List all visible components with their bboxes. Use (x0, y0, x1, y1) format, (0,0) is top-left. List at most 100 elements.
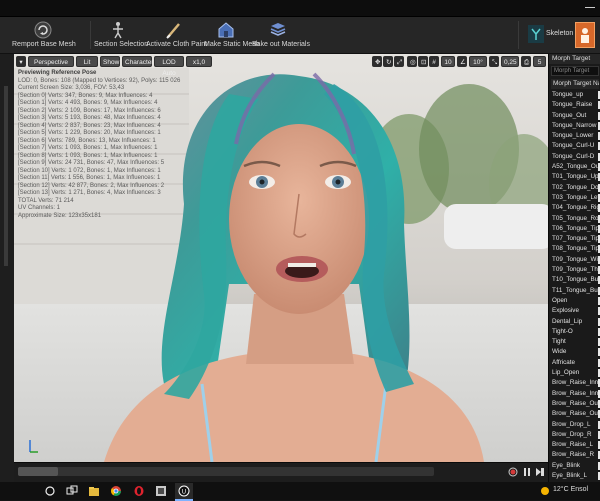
section-selection-button[interactable]: Section Selection (94, 17, 149, 53)
morph-target-row[interactable]: Tongue_Narrow (551, 121, 600, 131)
morph-column-header[interactable]: Morph Target Na (551, 79, 599, 89)
morph-target-row[interactable]: Tongue_Out (551, 111, 600, 121)
morph-target-row[interactable]: Wide (551, 347, 600, 357)
morph-target-row[interactable]: A52_Tongue_Out (551, 162, 600, 172)
morph-target-row[interactable]: Tongue_up (551, 90, 600, 100)
toolbar-label: Bake out Materials (252, 41, 310, 48)
playback-speed-button[interactable]: x1,0 (186, 56, 212, 67)
scale-snap-icon[interactable]: ⤡ (489, 56, 499, 67)
character-button[interactable]: Character (122, 56, 154, 67)
stat-line: [Section 12] Verts: 42 877, Bones: 2, Ma… (18, 182, 165, 189)
toolbar-label: Section Selection (94, 41, 149, 48)
app-icon[interactable] (155, 485, 167, 497)
morph-target-row[interactable]: Tongue_Lower (551, 131, 600, 141)
left-scrollbar[interactable] (4, 86, 8, 266)
rotation-snap-value[interactable]: 10° (469, 56, 487, 67)
minimize-icon[interactable] (585, 7, 595, 8)
morph-target-row[interactable]: Brow_Raise_Outer (551, 399, 600, 409)
morph-target-row[interactable]: T05_Tongue_Roll (551, 214, 600, 224)
show-button[interactable]: Show (100, 56, 120, 67)
timeline-scroll-thumb[interactable] (18, 467, 58, 476)
morph-target-label: T06_Tongue_Tip (552, 224, 600, 232)
camera-speed-icon[interactable]: ⎙ (521, 56, 531, 67)
pause-icon[interactable] (522, 467, 532, 477)
morph-target-row[interactable]: Brow_Raise_R (551, 450, 600, 460)
make-static-mesh-button[interactable]: Make Static Mesh (204, 17, 260, 53)
grid-snap-icon[interactable]: # (429, 56, 439, 67)
morph-target-row[interactable]: Brow_Raise_Outer (551, 409, 600, 419)
morph-target-label: Brow_Drop_L (552, 420, 591, 428)
surface-snap-icon[interactable]: ⊡ (418, 56, 428, 67)
morph-target-row[interactable]: T06_Tongue_Tip (551, 224, 600, 234)
morph-target-row[interactable]: Brow_Raise_L (551, 440, 600, 450)
sun-icon (541, 487, 549, 495)
stat-line: [Section 7] Verts: 1 093, Bones: 1, Max … (18, 145, 158, 151)
morph-target-row[interactable]: Eye_Blink_L (551, 471, 600, 481)
morph-search-input[interactable]: Morph Target (551, 66, 599, 76)
search-icon[interactable] (44, 485, 56, 497)
forward-icon[interactable] (535, 467, 545, 477)
weather-text[interactable]: 12°C Ensol (553, 486, 588, 493)
chrome-icon[interactable] (110, 485, 122, 497)
morph-target-label: T09_Tongue_Thick (552, 266, 600, 274)
morph-target-row[interactable]: Tongue_Curl-U (551, 141, 600, 151)
morph-target-row[interactable]: Open (551, 296, 600, 306)
viewport-options-button[interactable]: ▾ (16, 56, 26, 67)
morph-target-row[interactable]: Tight-O (551, 327, 600, 337)
morph-target-label: Lip_Open (552, 369, 580, 377)
morph-target-row[interactable]: Brow_Drop_R (551, 430, 600, 440)
morph-target-row[interactable]: Brow_Raise_Inner (551, 378, 600, 388)
morph-target-row[interactable]: Brow_Raise_Inner (551, 389, 600, 399)
morph-target-row[interactable]: T09_Tongue_Thick (551, 265, 600, 275)
section-selection-icon (113, 22, 123, 39)
timeline-scrollbar[interactable] (18, 467, 434, 476)
lod-button[interactable]: LOD Auto (154, 56, 184, 77)
bake-out-materials-button[interactable]: Bake out Materials (252, 17, 310, 53)
unreal-engine-taskbar-button[interactable]: U (175, 483, 193, 501)
morph-target-row[interactable]: Tight (551, 337, 600, 347)
camera-speed-value[interactable]: 5 (533, 56, 546, 67)
morph-target-label: Tongue_Narrow (552, 121, 597, 129)
morph-target-row[interactable]: Lip_Open (551, 368, 600, 378)
reimport-base-mesh-button[interactable]: Remport Base Mesh (12, 17, 76, 53)
morph-target-row[interactable]: T09_Tongue_Wide (551, 255, 600, 265)
record-icon[interactable] (508, 467, 518, 477)
skeleton-mode-button[interactable]: Skeleton (524, 20, 573, 50)
task-view-icon[interactable] (66, 485, 78, 497)
morph-target-row[interactable]: T03_Tongue_Left (551, 193, 600, 203)
scale-snap-value[interactable]: 0,25 (501, 56, 519, 67)
world-space-icon[interactable]: ◎ (407, 56, 417, 67)
morph-target-row[interactable]: T07_Tongue_Tip_ (551, 234, 600, 244)
grid-snap-text: 10 (444, 59, 452, 66)
rotation-snap-icon[interactable]: ∠ (457, 56, 467, 67)
perspective-button[interactable]: Perspective (28, 56, 74, 67)
viewport[interactable]: ▾ Perspective Lit Show Character LOD Aut… (14, 54, 548, 462)
morph-target-label: T04_Tongue_Right (552, 204, 600, 212)
file-explorer-icon[interactable] (88, 485, 100, 497)
morph-target-list: Tongue_up Tongue_Raise Tongue_Out Tongue_Na… (551, 90, 600, 482)
opera-icon[interactable] (133, 485, 145, 497)
activate-cloth-paint-button[interactable]: Activate Cloth Paint (146, 17, 207, 53)
mesh-mode-button[interactable] (575, 22, 595, 48)
morph-target-row[interactable]: Affricate (551, 358, 600, 368)
rotate-icon[interactable]: ↻ (383, 56, 393, 67)
morph-target-label: Eye_Blink (552, 461, 581, 469)
morph-target-row[interactable]: T02_Tongue_Down (551, 183, 600, 193)
morph-target-row[interactable]: T08_Tongue_Tip_ (551, 244, 600, 254)
toolbar-label: Make Static Mesh (204, 41, 260, 48)
translate-icon[interactable]: ✥ (372, 56, 382, 67)
scale-icon[interactable]: ⤢ (394, 56, 404, 67)
lit-button[interactable]: Lit (76, 56, 98, 67)
morph-target-row[interactable]: Dental_Lip (551, 317, 600, 327)
morph-target-row[interactable]: Tongue_Curl-D (551, 152, 600, 162)
grid-snap-value[interactable]: 10 (441, 56, 455, 67)
morph-target-row[interactable]: Tongue_Raise (551, 100, 600, 110)
morph-target-row[interactable]: Explosive (551, 306, 600, 316)
morph-target-row[interactable]: Brow_Drop_L (551, 420, 600, 430)
morph-target-row[interactable]: T01_Tongue_Up (551, 172, 600, 182)
morph-target-row[interactable]: T11_Tongue_Bulge (551, 286, 600, 296)
editor-toolbar: Remport Base Mesh Section Selection Acti… (0, 17, 600, 54)
morph-target-row[interactable]: Eye_Blink (551, 461, 600, 471)
morph-target-row[interactable]: T10_Tongue_Bulge (551, 275, 600, 285)
morph-target-row[interactable]: T04_Tongue_Right (551, 203, 600, 213)
